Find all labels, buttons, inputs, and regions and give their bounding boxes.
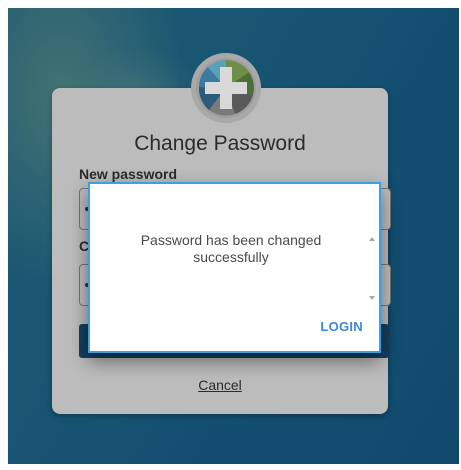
new-password-label: New password [79, 166, 178, 182]
app-background: Change Password New password C Cancel Pa… [8, 8, 459, 464]
success-message: Password has been changed successfully [140, 232, 322, 265]
cancel-link[interactable]: Cancel [52, 377, 388, 393]
login-button[interactable]: LOGIN [320, 319, 363, 334]
cross-wheel-logo-icon [191, 53, 261, 123]
card-title: Change Password [134, 132, 306, 155]
scroll-down-arrow-icon[interactable] [369, 296, 375, 300]
dialog-scrollbar[interactable] [367, 234, 379, 302]
success-dialog: Password has been changed successfully L… [88, 182, 381, 353]
scroll-up-arrow-icon[interactable] [369, 237, 375, 241]
